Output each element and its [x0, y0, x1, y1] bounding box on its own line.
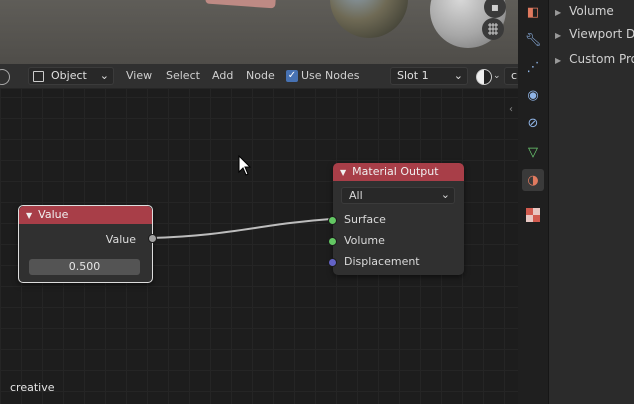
- material-output-node[interactable]: ▼ Material Output All ⌄ Surface Volume Di…: [328, 163, 464, 275]
- properties-panel: ▶ Volume ▶ Viewport Di ▶ Custom Pro: [549, 0, 634, 404]
- section-viewport-display[interactable]: ▶ Viewport Di: [555, 23, 634, 45]
- displacement-input-socket[interactable]: [328, 258, 337, 267]
- chevron-right-icon: ▶: [555, 56, 562, 65]
- value-field[interactable]: 0.500: [29, 259, 140, 275]
- section-label: Custom Pro: [569, 52, 634, 66]
- chevron-right-icon: ▶: [555, 8, 562, 17]
- surface-label: Surface: [344, 213, 386, 226]
- target-label: All: [349, 189, 363, 202]
- surface-input-socket[interactable]: [328, 216, 337, 225]
- value-node-header[interactable]: ▼ Value: [19, 206, 152, 224]
- value-output-label: Value: [105, 233, 136, 246]
- object-data-icon[interactable]: ▽: [522, 141, 544, 163]
- physics-icon[interactable]: ◉: [522, 84, 544, 106]
- value-node[interactable]: ▼ Value Value 0.500: [18, 205, 157, 283]
- material-output-header[interactable]: ▼ Material Output: [333, 163, 464, 181]
- collapse-icon[interactable]: ▼: [26, 211, 32, 220]
- material-tab-icon[interactable]: ◑: [522, 169, 544, 191]
- mouse-cursor-icon: [238, 155, 252, 176]
- section-label: Viewport Di: [569, 27, 634, 41]
- section-volume[interactable]: ▶ Volume: [555, 0, 614, 22]
- volume-input-socket[interactable]: [328, 237, 337, 246]
- canvas-caption: creative: [10, 381, 55, 394]
- volume-label: Volume: [344, 234, 385, 247]
- chevron-down-icon: ⌄: [440, 188, 450, 201]
- texture-tab-icon[interactable]: [522, 204, 544, 226]
- properties-tabs: ◧ 🔧︎ ⋰ ◉ ⊘ ▽ ◑: [518, 0, 549, 404]
- target-dropdown[interactable]: All ⌄: [341, 187, 455, 204]
- chevron-right-icon: ▶: [555, 31, 562, 40]
- wrench-icon[interactable]: 🔧︎: [522, 29, 544, 51]
- collapse-icon[interactable]: ▼: [340, 168, 346, 177]
- material-output-title: Material Output: [352, 165, 439, 178]
- section-custom-properties[interactable]: ▶ Custom Pro: [555, 48, 634, 70]
- sidebar-toggle-icon[interactable]: ‹: [509, 104, 513, 115]
- value-output-socket[interactable]: [148, 234, 157, 243]
- displacement-label: Displacement: [344, 255, 420, 268]
- section-label: Volume: [569, 4, 614, 18]
- constraints-icon[interactable]: ⊘: [522, 112, 544, 134]
- object-tab-icon[interactable]: ◧: [522, 1, 544, 23]
- value-node-title: Value: [38, 208, 69, 221]
- particles-icon[interactable]: ⋰: [522, 56, 544, 78]
